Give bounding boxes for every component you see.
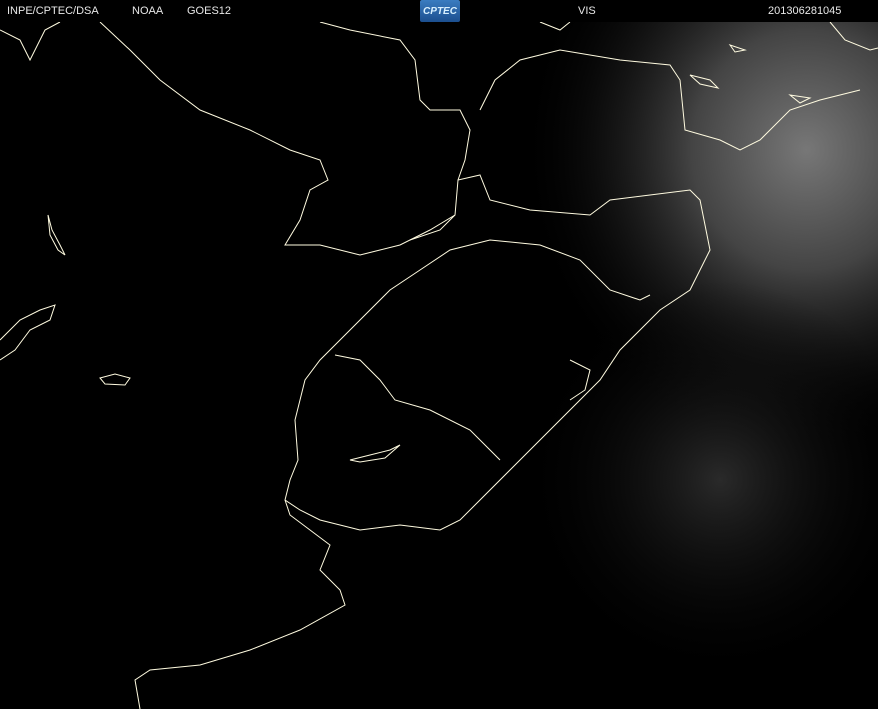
- agency-label: INPE/CPTEC/DSA: [7, 5, 99, 17]
- satellite-label: GOES12: [187, 5, 232, 17]
- provider-label: NOAA: [132, 5, 164, 17]
- channel-label: VIS: [578, 5, 596, 17]
- timestamp-label: 201306281045: [768, 5, 842, 17]
- cptec-logo: CPTEC: [420, 0, 460, 22]
- logo-text: CPTEC: [423, 5, 457, 17]
- satellite-image: [0, 0, 878, 709]
- header-bar: INPE/CPTEC/DSA NOAA GOES12 CPTEC VIS 201…: [0, 0, 878, 22]
